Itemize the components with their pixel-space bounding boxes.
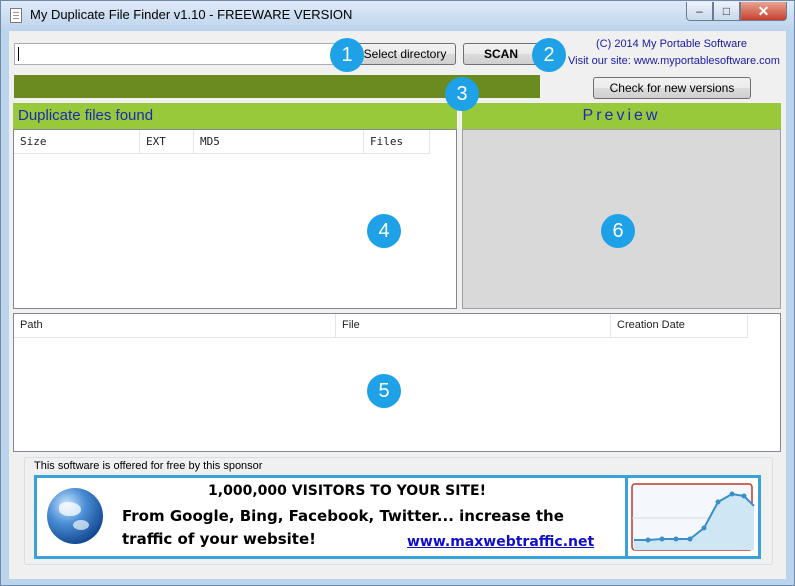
callout-marker-6: 6 xyxy=(601,214,635,248)
sponsor-label: This software is offered for free by thi… xyxy=(31,460,266,472)
select-directory-button[interactable]: Select directory xyxy=(354,43,456,65)
minimize-button[interactable]: – xyxy=(686,2,713,21)
preview-header: Preview xyxy=(462,103,781,129)
check-versions-button[interactable]: Check for new versions xyxy=(593,77,751,99)
maximize-button[interactable]: □ xyxy=(713,2,740,21)
callout-marker-5: 5 xyxy=(367,374,401,408)
title-bar[interactable]: My Duplicate File Finder v1.10 - FREEWAR… xyxy=(1,1,794,31)
duplicates-list-header: Size EXT MD5 Files xyxy=(14,130,430,154)
close-button[interactable]: ✕ xyxy=(740,2,787,21)
callout-marker-1: 1 xyxy=(330,38,364,72)
column-header-md5[interactable]: MD5 xyxy=(194,130,364,153)
client-area: Select directory SCAN (C) 2014 My Portab… xyxy=(9,31,786,579)
globe-icon xyxy=(47,488,103,544)
column-header-creation-date[interactable]: Creation Date xyxy=(611,314,748,337)
duplicates-title: Duplicate files found xyxy=(18,107,154,124)
banner-headline: 1,000,000 VISITORS TO YOUR SITE! xyxy=(208,483,486,499)
app-icon xyxy=(10,8,22,23)
app-window: My Duplicate File Finder v1.10 - FREEWAR… xyxy=(0,0,795,586)
site-link[interactable]: Visit our site: www.myportablesoftware.c… xyxy=(568,55,780,67)
window-title: My Duplicate File Finder v1.10 - FREEWAR… xyxy=(30,7,353,22)
preview-title: Preview xyxy=(582,107,661,124)
callout-marker-3: 3 xyxy=(445,77,479,111)
column-header-size[interactable]: Size xyxy=(14,130,140,153)
callout-marker-4: 4 xyxy=(367,214,401,248)
column-header-path[interactable]: Path xyxy=(14,314,336,337)
file-paths-list-header: Path File Creation Date xyxy=(14,314,748,338)
column-header-files[interactable]: Files xyxy=(364,130,430,153)
column-header-file[interactable]: File xyxy=(336,314,611,337)
duplicates-header: Duplicate files found xyxy=(13,103,457,129)
text-caret xyxy=(18,47,19,61)
traffic-chart-icon xyxy=(631,483,755,551)
scan-button[interactable]: SCAN xyxy=(463,43,539,65)
banner-link[interactable]: www.maxwebtraffic.net xyxy=(407,534,594,550)
callout-marker-2: 2 xyxy=(532,38,566,72)
sponsor-banner[interactable]: 1,000,000 VISITORS TO YOUR SITE! From Go… xyxy=(34,475,761,559)
copyright-text: (C) 2014 My Portable Software xyxy=(596,38,748,50)
column-header-ext[interactable]: EXT xyxy=(140,130,194,153)
directory-path-input[interactable] xyxy=(14,43,354,65)
